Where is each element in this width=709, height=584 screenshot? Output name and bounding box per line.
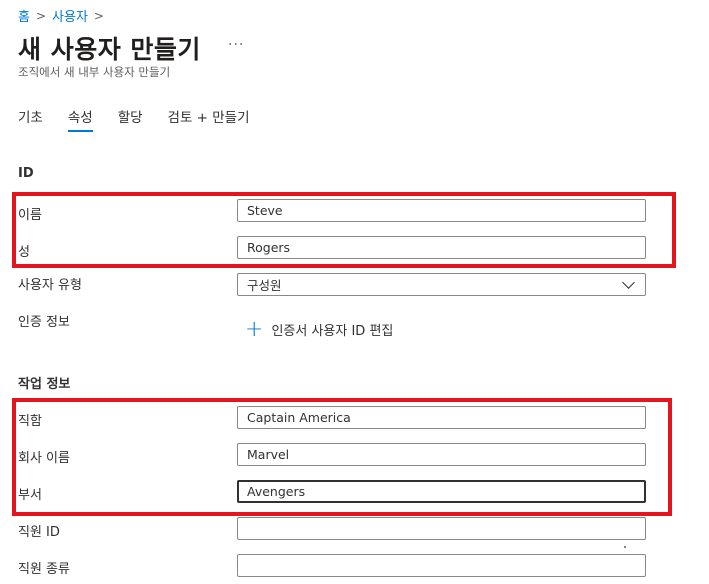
tab-properties[interactable]: 속성 xyxy=(67,106,93,132)
more-options-icon[interactable]: ··· xyxy=(228,37,244,53)
job-title-input[interactable] xyxy=(237,406,646,429)
tab-assignments[interactable]: 할당 xyxy=(118,106,143,132)
department-input[interactable] xyxy=(237,480,646,503)
first-name-input[interactable] xyxy=(237,199,646,222)
page-title: 새 사용자 만들기 xyxy=(18,35,201,64)
employee-id-input[interactable] xyxy=(237,517,646,540)
employee-type-input[interactable] xyxy=(237,554,646,577)
edit-certificate-user-id-link[interactable]: + 인증서 사용자 ID 편집 xyxy=(245,316,394,342)
job-info-section-heading: 작업 정보 xyxy=(18,377,71,392)
department-label: 부서 xyxy=(18,488,42,503)
chevron-right-icon: > xyxy=(35,8,47,23)
last-name-input[interactable] xyxy=(237,236,646,259)
page-subtitle: 조직에서 새 내부 사용자 만들기 xyxy=(18,65,171,79)
user-type-label: 사용자 유형 xyxy=(18,278,82,293)
plus-icon: + xyxy=(245,316,264,342)
employee-type-label: 직원 종류 xyxy=(18,562,70,577)
user-type-dropdown[interactable]: 구성원 xyxy=(237,273,646,296)
user-type-value: 구성원 xyxy=(247,278,282,293)
auth-info-label: 인증 정보 xyxy=(18,315,70,330)
identity-section-heading: ID xyxy=(18,166,34,181)
chevron-down-icon xyxy=(622,276,635,289)
breadcrumb-home-link[interactable]: 홈 xyxy=(18,6,30,25)
last-name-label: 성 xyxy=(18,245,30,260)
employee-id-label: 직원 ID xyxy=(18,525,60,540)
chevron-right-icon: > xyxy=(93,8,104,23)
breadcrumb: 홈 > 사용자 > xyxy=(18,6,110,26)
first-name-label: 이름 xyxy=(18,208,42,223)
dot-mark xyxy=(624,546,626,548)
tab-bar: 기초 속성 할당 검토 + 만들기 xyxy=(18,106,275,132)
tab-basics[interactable]: 기초 xyxy=(18,106,43,132)
tab-review-create[interactable]: 검토 + 만들기 xyxy=(168,106,250,132)
job-title-label: 직함 xyxy=(18,414,42,429)
company-name-input[interactable] xyxy=(237,443,646,466)
company-name-label: 회사 이름 xyxy=(18,451,70,466)
breadcrumb-users-link[interactable]: 사용자 xyxy=(52,6,88,25)
edit-certificate-user-id-label: 인증서 사용자 ID 편집 xyxy=(271,324,394,339)
